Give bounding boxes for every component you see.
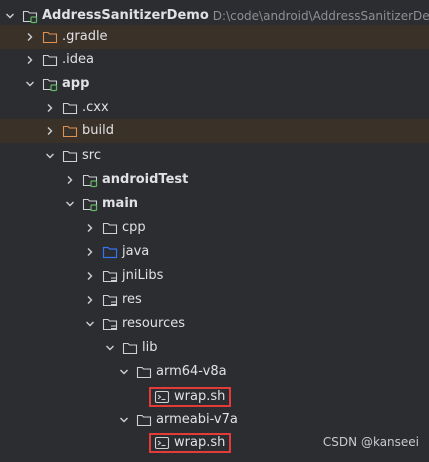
tree-row-label: app	[62, 76, 90, 91]
chevron-down-icon[interactable]	[84, 318, 96, 330]
module-folder-icon	[82, 172, 98, 188]
tree-row-label: lib	[142, 340, 158, 355]
tree-row-label: AddressSanitizerDemo	[42, 8, 209, 23]
tree-row-label: armeabi-v7a	[156, 412, 238, 427]
excluded-folder-icon	[62, 123, 78, 139]
chevron-right-icon[interactable]	[24, 31, 36, 43]
source-folder-icon	[102, 244, 118, 260]
tree-row-label: resources	[122, 316, 186, 331]
tree-row-label: wrap.sh	[174, 435, 226, 450]
chevron-right-icon[interactable]	[24, 54, 36, 66]
tree-row-label: wrap.sh	[174, 389, 226, 404]
tree-row-res[interactable]: res	[0, 288, 429, 312]
tree-row-armeabi-v7a[interactable]: armeabi-v7a	[0, 408, 429, 432]
tree-row-label: java	[122, 244, 150, 259]
watermark: CSDN @kanseei	[322, 435, 419, 449]
folder-icon	[62, 100, 78, 116]
tree-row-label: .cxx	[82, 100, 109, 115]
folder-icon	[42, 52, 58, 68]
chevron-right-icon[interactable]	[64, 174, 76, 186]
tree-row-arm64-v8a[interactable]: arm64-v8a	[0, 360, 429, 384]
highlight-box: wrap.sh	[149, 433, 232, 453]
module-folder-icon	[42, 76, 58, 92]
chevron-down-icon[interactable]	[24, 78, 36, 90]
tree-row-lib[interactable]: lib	[0, 336, 429, 360]
tree-row-src[interactable]: src	[0, 144, 429, 168]
module-folder-icon	[82, 196, 98, 212]
highlight-box: wrap.sh	[149, 387, 232, 407]
tree-row-label: .idea	[62, 52, 94, 67]
tree-row-label: src	[82, 148, 101, 163]
tree-row-build[interactable]: build	[0, 119, 429, 143]
chevron-right-icon[interactable]	[44, 102, 56, 114]
chevron-down-icon[interactable]	[4, 10, 16, 22]
folder-icon	[136, 412, 152, 428]
chevron-down-icon[interactable]	[118, 366, 130, 378]
tree-row-label: jniLibs	[122, 268, 164, 283]
tree-row-main[interactable]: main	[0, 192, 429, 216]
tree-row-label: build	[82, 123, 114, 138]
tree-row-gradle[interactable]: .gradle	[0, 25, 429, 49]
folder-icon	[136, 364, 152, 380]
tree-row-androidtest[interactable]: androidTest	[0, 168, 429, 192]
tree-row-label: res	[122, 292, 142, 307]
tree-row-jnilibs[interactable]: jniLibs	[0, 264, 429, 288]
chevron-right-icon[interactable]	[84, 246, 96, 258]
resource-folder-icon	[102, 268, 118, 284]
tree-row-cpp[interactable]: cpp	[0, 216, 429, 240]
tree-row-label: androidTest	[102, 172, 189, 187]
chevron-right-icon[interactable]	[84, 294, 96, 306]
resource-folder-icon	[102, 292, 118, 308]
tree-row-label: .gradle	[62, 29, 108, 44]
project-tree: AddressSanitizerDemo D:\code\android\Add…	[0, 0, 429, 462]
chevron-down-icon[interactable]	[44, 150, 56, 162]
chevron-down-icon[interactable]	[118, 414, 130, 426]
tree-row-app[interactable]: app	[0, 72, 429, 96]
tree-row-resources[interactable]: resources	[0, 312, 429, 336]
tree-row-idea[interactable]: .idea	[0, 48, 429, 72]
chevron-down-icon[interactable]	[64, 198, 76, 210]
resource-folder-icon	[102, 316, 118, 332]
excluded-folder-icon	[42, 29, 58, 45]
shell-script-icon	[154, 389, 170, 405]
tree-row-label: arm64-v8a	[156, 364, 227, 379]
project-path: D:\code\android\AddressSanitizerDemo	[212, 9, 429, 23]
chevron-right-icon[interactable]	[84, 270, 96, 282]
chevron-right-icon[interactable]	[44, 125, 56, 137]
tree-row-cxx[interactable]: .cxx	[0, 96, 429, 120]
shell-script-icon	[154, 435, 170, 451]
folder-icon	[102, 220, 118, 236]
chevron-down-icon[interactable]	[104, 342, 116, 354]
tree-row-java[interactable]: java	[0, 240, 429, 264]
folder-icon	[62, 148, 78, 164]
chevron-right-icon[interactable]	[84, 222, 96, 234]
folder-icon	[122, 340, 138, 356]
tree-row-label: cpp	[122, 220, 146, 235]
module-folder-icon	[22, 8, 38, 24]
tree-row-wrap-sh-arm64[interactable]: wrap.sh	[0, 385, 429, 409]
tree-row-label: main	[102, 196, 139, 211]
